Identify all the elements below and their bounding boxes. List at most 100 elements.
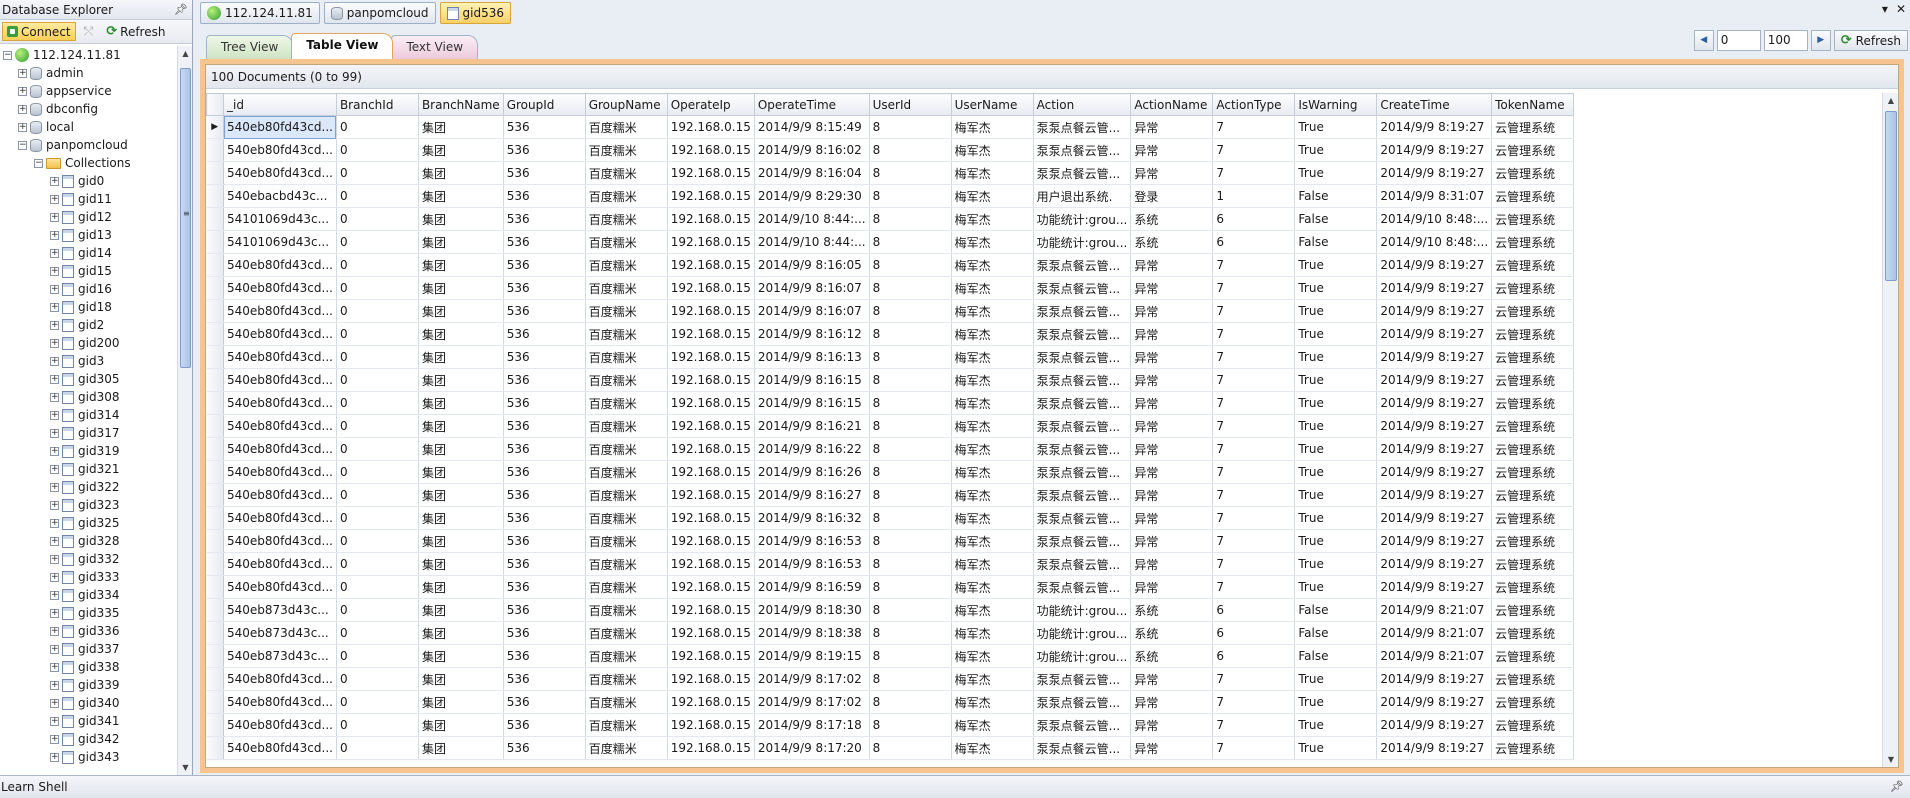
table-cell[interactable]: 7 [1212, 414, 1296, 438]
next-page-button[interactable]: ▶ [1810, 30, 1831, 51]
table-cell[interactable]: 8 [869, 161, 952, 185]
close-icon[interactable]: ✕ [1896, 2, 1906, 16]
table-cell[interactable]: 泵泵点餐云管... [1033, 161, 1132, 185]
table-cell[interactable]: 泵泵点餐云管... [1033, 138, 1132, 162]
table-cell[interactable]: 7 [1212, 713, 1296, 737]
table-cell[interactable]: 百度糯米 [585, 368, 668, 392]
table-cell[interactable]: True [1294, 736, 1378, 760]
table-cell[interactable]: 540eb873d43c... [223, 621, 337, 645]
table-cell[interactable]: 异常 [1130, 115, 1214, 139]
table-cell[interactable]: 集团 [418, 667, 504, 691]
table-cell[interactable]: 192.168.0.15 [667, 736, 755, 760]
table-cell[interactable]: 192.168.0.15 [667, 345, 755, 369]
table-cell[interactable]: 百度糯米 [585, 690, 668, 714]
table-cell[interactable]: 功能统计:grou... [1033, 207, 1132, 231]
expand-icon[interactable]: + [50, 302, 59, 312]
table-cell[interactable]: 540eb80fd43cd... [223, 437, 337, 461]
row-header[interactable] [206, 713, 224, 737]
scroll-thumb[interactable]: ≡ [180, 68, 191, 368]
skip-input[interactable]: 0 [1716, 30, 1761, 51]
table-cell[interactable]: 0 [336, 299, 419, 323]
tree-item-collection[interactable]: + gid13 [0, 226, 178, 244]
row-header[interactable] [206, 621, 224, 645]
table-cell[interactable]: 云管理系统 [1491, 276, 1575, 300]
table-row[interactable]: ▶ 540eb80fd43cd... 0 集团 536 百度糯米 192.168.0.15 2… [206, 115, 1575, 139]
row-header[interactable]: ▶ [206, 115, 224, 139]
table-row[interactable]: 540eb873d43c... 0 集团 536 百度糯米 192.168.0.15 201… [206, 621, 1575, 645]
table-cell[interactable]: 8 [869, 690, 952, 714]
table-cell[interactable]: 异常 [1130, 437, 1214, 461]
table-cell[interactable]: 异常 [1130, 529, 1214, 553]
table-cell[interactable]: 梅军杰 [951, 115, 1034, 139]
collapse-icon[interactable]: − [18, 140, 27, 150]
table-cell[interactable]: 2014/9/9 8:17:20 [754, 736, 870, 760]
tab-text-view[interactable]: Text View [391, 35, 479, 59]
expand-icon[interactable]: + [50, 410, 59, 420]
tree-item-collection[interactable]: + gid338 [0, 658, 178, 676]
table-cell[interactable]: False [1294, 644, 1378, 668]
table-cell[interactable]: 集团 [418, 575, 504, 599]
table-cell[interactable]: 192.168.0.15 [667, 713, 755, 737]
expand-icon[interactable]: + [50, 248, 59, 258]
row-header[interactable] [206, 276, 224, 300]
table-cell[interactable]: 8 [869, 299, 952, 323]
table-cell[interactable]: 7 [1212, 161, 1296, 185]
table-cell[interactable]: 536 [503, 690, 586, 714]
expand-icon[interactable]: + [50, 536, 59, 546]
tree-item-collection[interactable]: + gid12 [0, 208, 178, 226]
table-cell[interactable]: 泵泵点餐云管... [1033, 253, 1132, 277]
table-cell[interactable]: 0 [336, 414, 419, 438]
tree-item-collection[interactable]: + gid321 [0, 460, 178, 478]
table-cell[interactable]: 0 [336, 161, 419, 185]
table-cell[interactable]: 2014/9/9 8:16:59 [754, 575, 870, 599]
table-cell[interactable]: 泵泵点餐云管... [1033, 506, 1132, 530]
table-row[interactable]: 540eb80fd43cd... 0 集团 536 百度糯米 192.168.0.15 20… [206, 276, 1575, 300]
table-cell[interactable]: 集团 [418, 437, 504, 461]
table-cell[interactable]: 536 [503, 713, 586, 737]
table-cell[interactable]: 百度糯米 [585, 184, 668, 208]
table-cell[interactable]: 6 [1212, 644, 1296, 668]
table-cell[interactable]: 2014/9/9 8:31:07 [1376, 184, 1493, 208]
tree-item-collection[interactable]: + gid337 [0, 640, 178, 658]
table-cell[interactable]: 540eb80fd43cd... [223, 667, 337, 691]
table-cell[interactable]: 2014/9/9 8:15:49 [754, 115, 870, 139]
table-cell[interactable]: 异常 [1130, 690, 1214, 714]
column-header[interactable]: IsWarning [1294, 93, 1378, 116]
row-header[interactable] [206, 230, 224, 254]
column-header[interactable]: BranchId [335, 93, 419, 116]
table-cell[interactable]: 7 [1212, 437, 1296, 461]
row-header[interactable] [206, 529, 224, 553]
table-cell[interactable]: 540eb80fd43cd... [223, 391, 337, 415]
table-cell[interactable]: 8 [869, 276, 952, 300]
table-cell[interactable]: 梅军杰 [951, 598, 1034, 622]
table-row[interactable]: 540eb80fd43cd... 0 集团 536 百度糯米 192.168.0.15 20… [206, 667, 1575, 691]
expand-icon[interactable]: + [50, 230, 59, 240]
table-cell[interactable]: 536 [503, 483, 586, 507]
tree-item-collection[interactable]: + gid336 [0, 622, 178, 640]
table-cell[interactable]: 1 [1212, 184, 1296, 208]
table-cell[interactable]: 异常 [1130, 736, 1214, 760]
table-cell[interactable]: 异常 [1130, 253, 1214, 277]
table-cell[interactable]: 梅军杰 [951, 414, 1034, 438]
table-row[interactable]: 54101069d43c... 0 集团 536 百度糯米 192.168.0.15 201… [206, 230, 1575, 254]
table-cell[interactable]: 536 [503, 368, 586, 392]
table-cell[interactable]: 192.168.0.15 [667, 276, 755, 300]
table-cell[interactable]: 8 [869, 644, 952, 668]
table-cell[interactable]: 536 [503, 276, 586, 300]
table-cell[interactable]: False [1294, 207, 1378, 231]
expand-icon[interactable]: + [50, 572, 59, 582]
expand-icon[interactable]: + [50, 446, 59, 456]
tab-list-dropdown-icon[interactable]: ▾ [1882, 2, 1888, 16]
table-cell[interactable]: 54101069d43c... [223, 230, 337, 254]
table-cell[interactable]: 0 [336, 184, 419, 208]
table-cell[interactable]: 0 [336, 736, 419, 760]
table-cell[interactable]: 7 [1212, 391, 1296, 415]
tree-item-server[interactable]: − 112.124.11.81 [0, 46, 178, 64]
table-cell[interactable]: 梅军杰 [951, 690, 1034, 714]
table-cell[interactable]: True [1294, 391, 1378, 415]
expand-icon[interactable]: + [50, 500, 59, 510]
table-cell[interactable]: 7 [1212, 736, 1296, 760]
table-cell[interactable]: True [1294, 138, 1378, 162]
table-cell[interactable]: 192.168.0.15 [667, 575, 755, 599]
table-cell[interactable]: 192.168.0.15 [667, 690, 755, 714]
